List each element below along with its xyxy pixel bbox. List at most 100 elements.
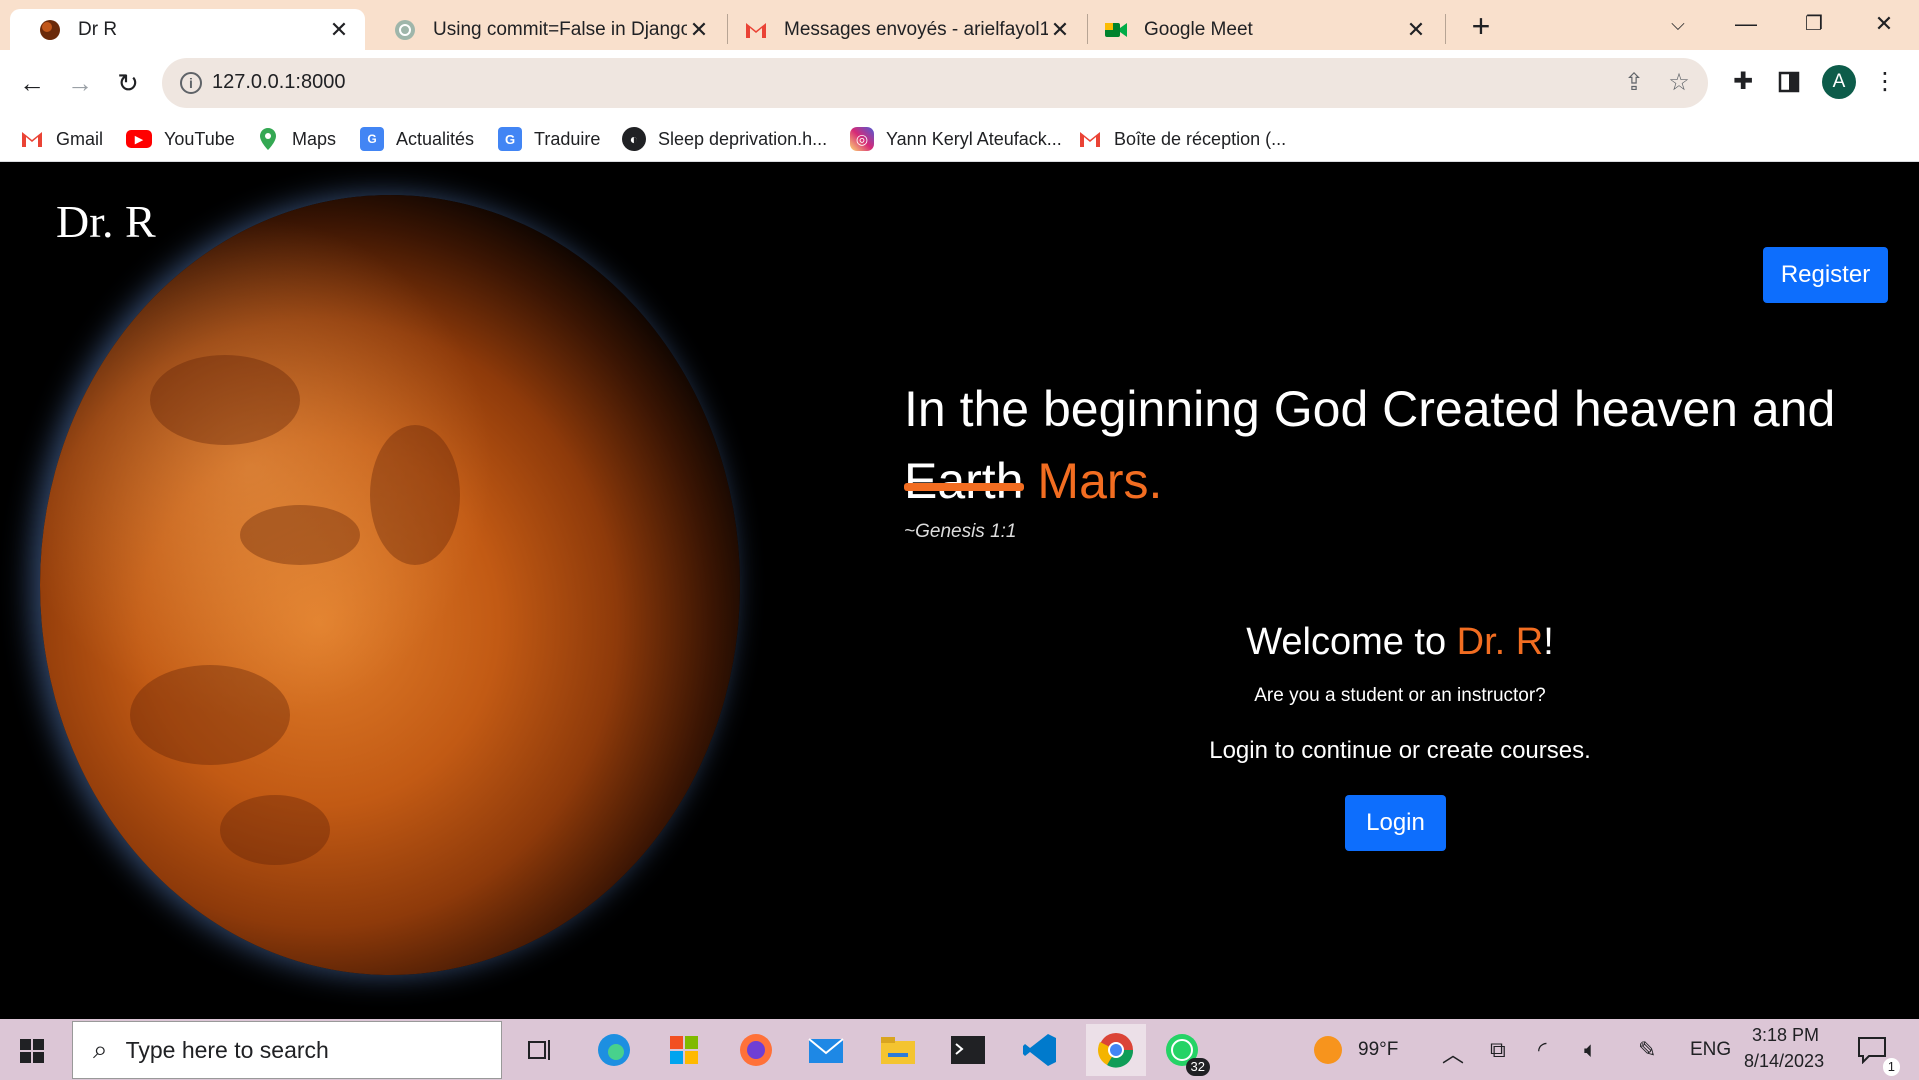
- forward-button[interactable]: →: [60, 63, 100, 103]
- quote-citation: ~Genesis 1:1: [904, 521, 1017, 542]
- bookmark-label: Yann Keryl Ateufack...: [886, 128, 1062, 149]
- tab-gmail-sent[interactable]: Messages envoyés - arielfayol1@ ✕: [728, 9, 1086, 50]
- bookmark-sleep-deprivation[interactable]: ◐ Sleep deprivation.h...: [622, 124, 827, 154]
- meet-now-icon[interactable]: ⧉: [1490, 1037, 1506, 1063]
- tab-separator: [1445, 14, 1446, 44]
- gmail-icon: [744, 18, 768, 42]
- reload-button[interactable]: ↻: [108, 63, 148, 103]
- globe-icon: ◐: [622, 127, 646, 151]
- bookmark-label: Sleep deprivation.h...: [658, 128, 828, 149]
- hero-quote: In the beginning God Created heaven and …: [904, 373, 1864, 517]
- url-text[interactable]: 127.0.0.1:8000: [212, 71, 345, 94]
- bookmark-star-icon[interactable]: ☆: [1664, 68, 1694, 98]
- bookmark-label: YouTube: [164, 128, 235, 149]
- mars-planet-image: [40, 195, 740, 975]
- whatsapp-badge: 32: [1185, 1058, 1210, 1076]
- weather-sun-icon[interactable]: [1306, 1028, 1350, 1072]
- site-info-icon[interactable]: i: [180, 72, 202, 94]
- bookmark-label: Actualités: [396, 128, 475, 149]
- search-icon: ⌕: [93, 1034, 108, 1064]
- bookmark-youtube[interactable]: ▶ YouTube: [126, 124, 235, 154]
- windows-start-icon[interactable]: [20, 1039, 44, 1068]
- bookmark-actualites[interactable]: G Actualités: [360, 124, 474, 154]
- address-bar[interactable]: i 127.0.0.1:8000 ⇪ ☆: [162, 58, 1708, 108]
- notification-count: 1: [1882, 1058, 1900, 1076]
- mail-icon[interactable]: [804, 1028, 848, 1072]
- clock-date[interactable]: 8/14/2023: [1744, 1051, 1824, 1072]
- windows-taskbar: ⌕ Type here to search 32 99°F ︿ ⧉ ◜ 🔈︎ ✎…: [0, 1019, 1919, 1080]
- close-window-button[interactable]: ✕: [1860, 6, 1908, 42]
- volume-icon[interactable]: 🔈︎: [1584, 1037, 1597, 1063]
- firefox-icon[interactable]: [734, 1028, 778, 1072]
- terminal-icon[interactable]: [946, 1028, 990, 1072]
- google-meet-icon: [1104, 18, 1128, 42]
- register-button[interactable]: Register: [1763, 247, 1888, 303]
- taskbar-search-box[interactable]: ⌕ Type here to search: [72, 1021, 502, 1079]
- wifi-icon[interactable]: ◜: [1538, 1037, 1547, 1063]
- bookmark-label: Boîte de réception (...: [1114, 128, 1287, 149]
- tab-title: Messages envoyés - arielfayol1@: [784, 18, 1048, 40]
- bookmark-traduire[interactable]: G Traduire: [498, 124, 600, 154]
- mars-favicon-icon: [38, 18, 62, 42]
- bookmark-boite-reception[interactable]: Boîte de réception (...: [1078, 124, 1286, 154]
- close-tab-icon[interactable]: ✕: [1048, 17, 1072, 42]
- news-icon: G: [360, 127, 384, 151]
- microsoft-store-icon[interactable]: [662, 1028, 706, 1072]
- restore-button[interactable]: ❐: [1790, 6, 1838, 42]
- bookmark-gmail[interactable]: Gmail: [20, 124, 103, 154]
- bookmark-label: Traduire: [534, 128, 601, 149]
- pen-icon[interactable]: ✎: [1638, 1037, 1656, 1063]
- quote-line-2: Earth Mars.: [904, 445, 1864, 517]
- close-tab-icon[interactable]: ✕: [1404, 17, 1428, 42]
- quote-line: In the beginning God Created heaven and: [904, 381, 1836, 437]
- bookmarks-bar: Gmail ▶ YouTube Maps G Actualités G Trad…: [0, 116, 1919, 162]
- tab-google-meet[interactable]: Google Meet ✕: [1088, 9, 1442, 50]
- back-button[interactable]: ←: [12, 63, 52, 103]
- vscode-icon[interactable]: [1018, 1028, 1062, 1072]
- bookmark-label: Gmail: [56, 128, 104, 149]
- site-logo[interactable]: Dr. R: [56, 195, 156, 248]
- minimize-button[interactable]: —: [1722, 6, 1770, 42]
- bookmark-maps[interactable]: Maps: [256, 124, 336, 154]
- notification-center-icon[interactable]: 1: [1850, 1028, 1900, 1076]
- whatsapp-icon[interactable]: 32: [1160, 1028, 1210, 1076]
- close-tab-icon[interactable]: ✕: [327, 17, 351, 42]
- login-button[interactable]: Login: [1345, 795, 1446, 851]
- role-question: Are you a student or an instructor?: [1254, 685, 1546, 706]
- share-icon[interactable]: ⇪: [1619, 68, 1649, 98]
- tab-search-chevron-icon[interactable]: ⌵: [1654, 6, 1702, 42]
- page-content: Dr. R Register In the beginning God Crea…: [0, 163, 1919, 1019]
- highlight-word: Mars.: [1037, 453, 1163, 509]
- tab-dr-r[interactable]: Dr R ✕: [10, 9, 365, 50]
- welcome-brand: Dr. R: [1456, 621, 1544, 663]
- struck-word: Earth: [904, 445, 1024, 517]
- chatgpt-icon: [393, 18, 417, 42]
- browser-toolbar: ← → ↻ i 127.0.0.1:8000 ⇪ ☆ ✚ A ⋮: [0, 50, 1919, 116]
- youtube-icon: ▶: [126, 130, 152, 148]
- instagram-icon: ◎: [850, 127, 874, 151]
- weather-temperature[interactable]: 99°F: [1358, 1039, 1398, 1061]
- close-tab-icon[interactable]: ✕: [687, 17, 711, 42]
- profile-avatar[interactable]: A: [1822, 65, 1856, 99]
- tab-strip: Dr R ✕ Using commit=False in Django ✕ Me…: [0, 0, 1919, 50]
- menu-kebab-icon[interactable]: ⋮: [1868, 65, 1902, 99]
- tab-title: Using commit=False in Django: [433, 18, 687, 40]
- welcome-prefix: Welcome to: [1246, 621, 1457, 663]
- side-panel-icon[interactable]: [1772, 65, 1806, 99]
- search-placeholder: Type here to search: [125, 1036, 329, 1063]
- clock-time[interactable]: 3:18 PM: [1752, 1025, 1819, 1046]
- chrome-icon[interactable]: [1086, 1024, 1146, 1076]
- new-tab-button[interactable]: +: [1464, 10, 1498, 44]
- language-indicator[interactable]: ENG: [1690, 1039, 1731, 1061]
- maps-icon: [256, 127, 280, 151]
- show-hidden-icons-chevron-icon[interactable]: ︿: [1442, 1037, 1464, 1069]
- tab-django[interactable]: Using commit=False in Django ✕: [365, 9, 725, 50]
- tab-title: Dr R: [78, 18, 118, 40]
- task-view-icon[interactable]: [518, 1028, 562, 1072]
- edge-browser-icon[interactable]: [592, 1028, 636, 1072]
- file-explorer-icon[interactable]: [876, 1028, 920, 1072]
- extensions-icon[interactable]: ✚: [1726, 65, 1760, 99]
- gmail-icon: [1078, 127, 1102, 151]
- translate-icon: G: [498, 127, 522, 151]
- bookmark-instagram[interactable]: ◎ Yann Keryl Ateufack...: [850, 124, 1062, 154]
